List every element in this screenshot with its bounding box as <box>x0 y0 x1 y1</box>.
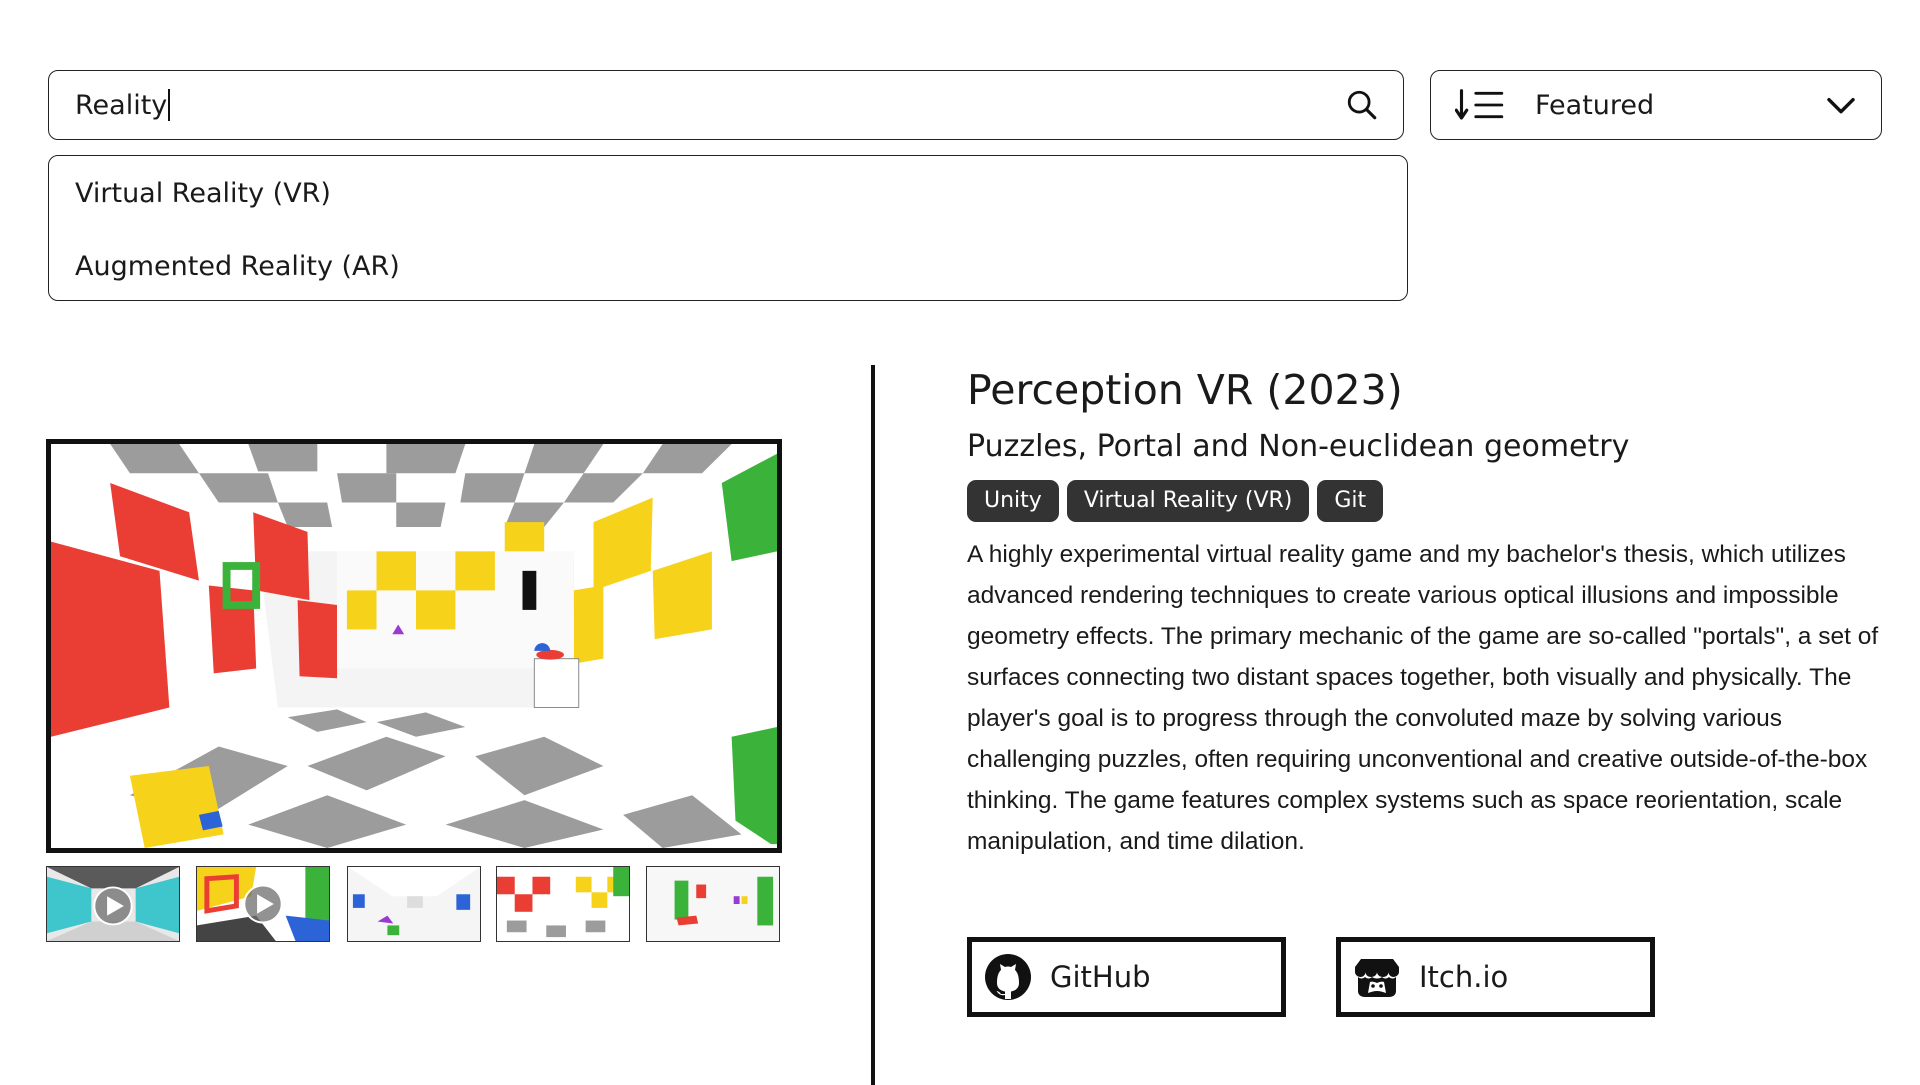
thumbnail-image <box>647 867 779 941</box>
github-button[interactable]: GitHub <box>967 937 1286 1017</box>
column-divider <box>871 365 875 1085</box>
search-suggestions: Virtual Reality (VR) Augmented Reality (… <box>48 155 1408 301</box>
suggestion-item-vr[interactable]: Virtual Reality (VR) <box>75 176 1381 212</box>
itchio-button[interactable]: Itch.io <box>1336 937 1655 1017</box>
project-description: A highly experimental virtual reality ga… <box>967 541 1879 855</box>
itchio-label: Itch.io <box>1419 960 1509 994</box>
thumbnail-image <box>197 867 329 941</box>
sort-descending-icon <box>1455 89 1504 120</box>
tag-vr[interactable]: Virtual Reality (VR) <box>1066 480 1310 522</box>
search-icon[interactable] <box>1345 88 1379 122</box>
tag-git[interactable]: Git <box>1317 480 1384 522</box>
itchio-icon <box>1355 959 1399 997</box>
sort-selected-label: Featured <box>1535 89 1655 121</box>
main-screenshot[interactable] <box>46 439 782 853</box>
tag-list: Unity Virtual Reality (VR) Git <box>967 480 1384 522</box>
game-scene-image <box>51 444 777 848</box>
thumbnail-image <box>348 867 480 941</box>
github-icon <box>985 954 1031 1000</box>
chevron-down-icon <box>1827 97 1855 114</box>
tag-unity[interactable]: Unity <box>967 480 1059 522</box>
thumbnail-image-4[interactable] <box>496 866 630 942</box>
suggestion-item-ar[interactable]: Augmented Reality (AR) <box>75 249 1381 285</box>
thumbnail-video-2[interactable] <box>196 866 330 942</box>
sort-dropdown[interactable]: Featured <box>1430 70 1882 140</box>
project-subtitle: Puzzles, Portal and Non-euclidean geomet… <box>967 429 1630 464</box>
thumbnail-image-5[interactable] <box>646 866 780 942</box>
thumbnail-image <box>47 867 179 941</box>
github-label: GitHub <box>1050 960 1151 994</box>
thumbnail-image <box>497 867 629 941</box>
thumbnail-video-1[interactable] <box>46 866 180 942</box>
search-field[interactable]: Reality <box>48 70 1404 140</box>
search-input[interactable]: Reality <box>75 90 167 121</box>
thumbnail-image-3[interactable] <box>347 866 481 942</box>
text-caret <box>168 89 171 121</box>
project-title: Perception VR (2023) <box>967 366 1403 414</box>
